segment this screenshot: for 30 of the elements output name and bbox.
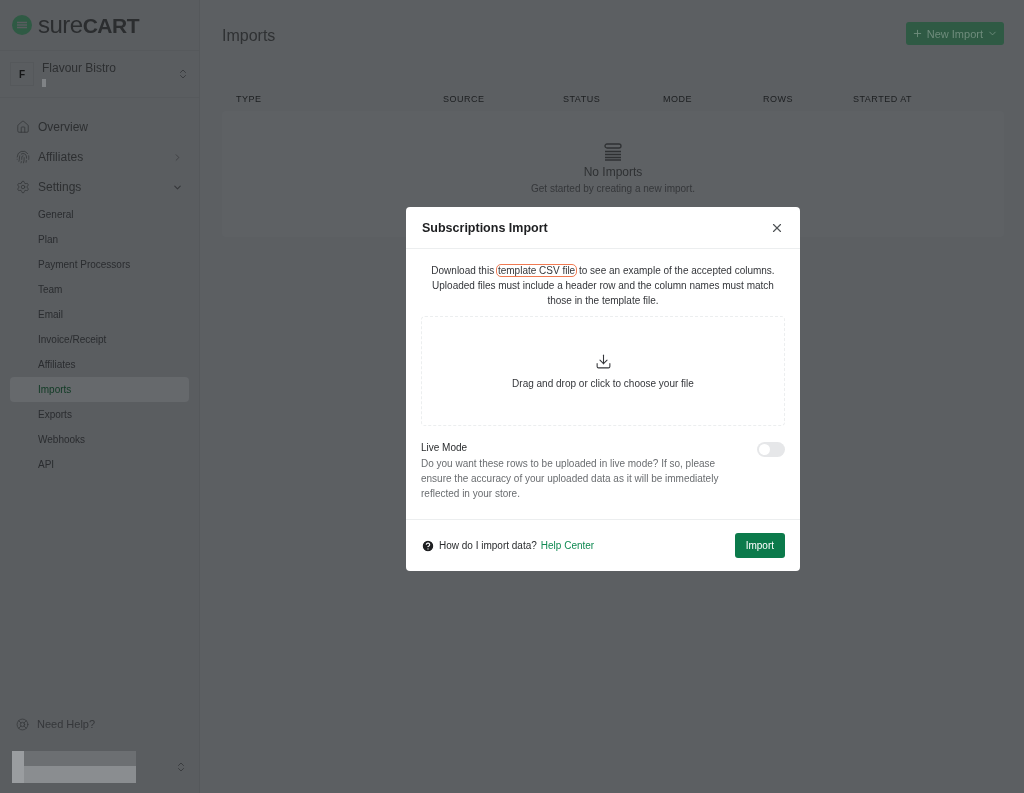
switch-icon [177,68,189,80]
plus-icon [911,28,923,39]
help-icon [421,538,435,553]
live-mode-description: Do you want these rows to be uploaded in live mode? If so, please ensure the accuracy of your uploaded data as it will be immediately reflected in your store. [421,457,720,501]
import-button[interactable]: Import [734,533,785,558]
template-link[interactable]: template CSV file [496,265,577,276]
logo-icon [12,15,32,35]
file-dropzone[interactable]: Drag and drop or click to choose your file [421,316,785,426]
download-icon [594,353,612,370]
new-import-button[interactable]: New Import [905,22,1004,45]
live-mode-label: Live Mode [421,442,469,453]
live-mode-toggle[interactable] [757,442,785,457]
settings-icon [16,180,30,194]
column-header: TYPE [236,94,263,104]
dialog-title: Subscriptions Import [422,220,548,235]
column-header: STARTED AT [853,94,913,104]
column-header: SOURCE [443,94,486,104]
dropzone-text: Drag and drop or click to choose your file [512,378,694,389]
intro-text: Download this template CSV file to see an example of the accepted columns. Uploaded files must include a header row and the column names must match those in the template file. [430,264,776,308]
help-question: How do I import data? [439,540,537,551]
column-header: MODE [663,94,693,104]
column-header: ROWS [763,94,794,104]
stack-icon [604,143,622,161]
fingerprint-icon [16,150,30,164]
help-center-link[interactable]: Help Center [540,540,595,551]
submenu-item[interactable]: Imports [10,377,189,402]
home-icon [16,120,30,134]
switch-icon [175,761,187,773]
column-header: STATUS [563,94,602,104]
lifebuoy-icon [16,717,29,731]
